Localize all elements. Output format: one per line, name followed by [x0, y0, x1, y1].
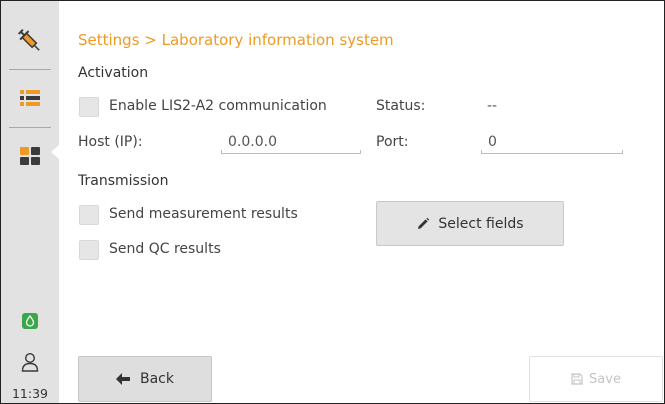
- send-results-checkbox[interactable]: [79, 205, 99, 225]
- host-ip-input[interactable]: 0.0.0.0: [221, 132, 361, 154]
- list-icon: [20, 90, 40, 106]
- back-label: Back: [140, 371, 174, 387]
- enable-lis-checkbox[interactable]: [79, 97, 99, 117]
- syringe-icon: [17, 28, 40, 51]
- app-window: 11:39 Settings > Laboratory information …: [0, 0, 665, 404]
- status-value: --: [487, 98, 498, 114]
- port-input[interactable]: 0: [481, 132, 623, 154]
- status-label: Status:: [376, 98, 426, 114]
- host-label: Host (IP):: [78, 134, 143, 150]
- status-indicator[interactable]: [1, 309, 59, 333]
- user-icon: [21, 352, 39, 372]
- user-button[interactable]: [1, 349, 59, 375]
- enable-lis-label: Enable LIS2-A2 communication: [109, 98, 327, 114]
- main-panel: Settings > Laboratory information system…: [59, 1, 664, 403]
- sidebar: 11:39: [1, 1, 60, 403]
- pencil-icon: [418, 217, 430, 229]
- select-fields-button[interactable]: Select fields: [376, 201, 564, 246]
- activation-heading: Activation: [78, 65, 149, 81]
- sidebar-divider: [9, 69, 51, 70]
- port-label: Port:: [376, 134, 409, 150]
- sidebar-divider: [9, 127, 51, 128]
- select-fields-label: Select fields: [438, 215, 524, 232]
- sidebar-item-measurement[interactable]: [1, 21, 59, 61]
- transmission-heading: Transmission: [78, 173, 169, 189]
- back-button[interactable]: Back: [78, 356, 212, 402]
- grid-icon: [20, 147, 40, 165]
- floppy-icon: [571, 373, 583, 385]
- save-label: Save: [589, 371, 621, 387]
- send-results-label: Send measurement results: [109, 206, 298, 222]
- send-qc-label: Send QC results: [109, 241, 221, 257]
- send-qc-checkbox[interactable]: [79, 240, 99, 260]
- drop-icon: [22, 313, 38, 329]
- arrow-left-icon: [116, 373, 130, 385]
- save-button[interactable]: Save: [529, 356, 663, 402]
- breadcrumb: Settings > Laboratory information system: [78, 31, 394, 49]
- clock: 11:39: [11, 386, 49, 401]
- sidebar-item-list[interactable]: [1, 81, 59, 115]
